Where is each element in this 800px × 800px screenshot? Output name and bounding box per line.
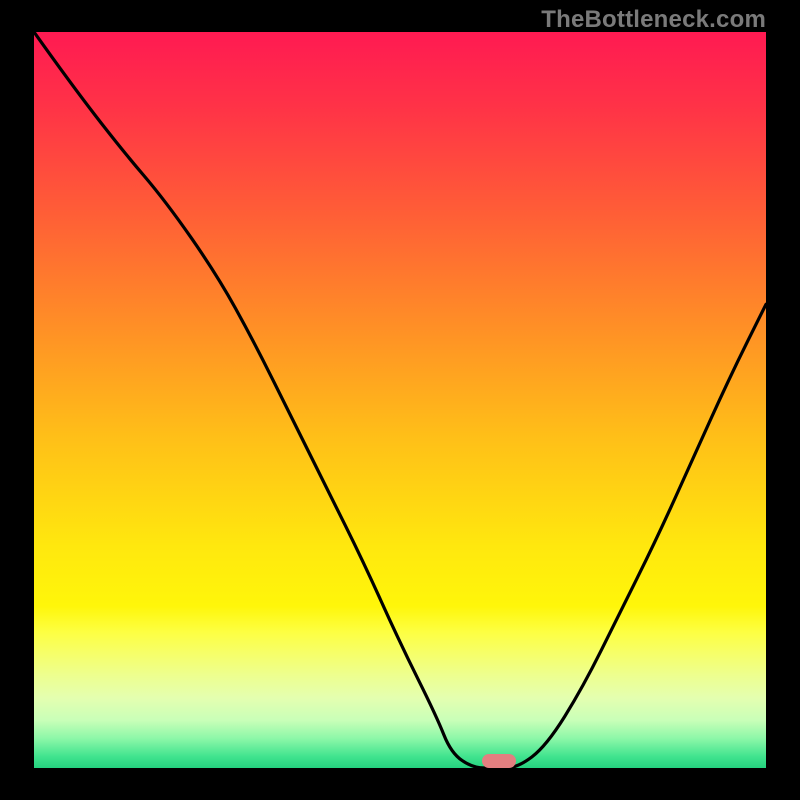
watermark-text: TheBottleneck.com [541,6,766,34]
plot-area [34,32,766,768]
optimum-marker [482,754,516,768]
bottleneck-curve [34,32,766,768]
chart-frame: TheBottleneck.com [0,0,800,800]
